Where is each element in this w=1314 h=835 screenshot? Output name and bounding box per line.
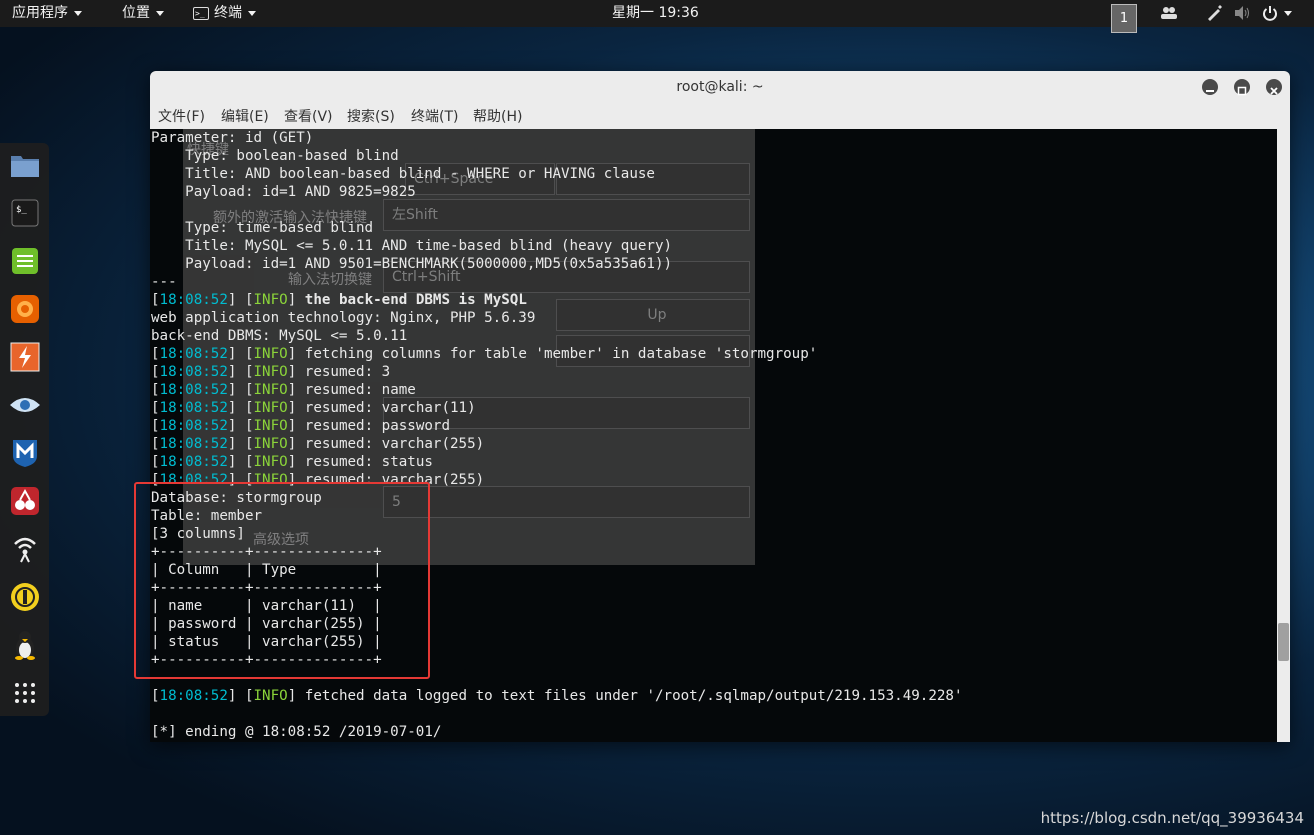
terminal-line: [18:08:52] [INFO] resumed: status bbox=[151, 454, 433, 470]
log-message: resumed: 3 bbox=[304, 364, 391, 380]
log-message: the back-end DBMS is MySQL bbox=[304, 292, 527, 308]
log-message: resumed: varchar(11) bbox=[304, 400, 476, 416]
log-level: INFO bbox=[253, 400, 288, 416]
log-message: fetching columns for table 'member' in d… bbox=[304, 346, 818, 362]
terminal-line: Type: boolean-based blind bbox=[151, 148, 399, 164]
terminal-app-label: 终端 bbox=[214, 5, 242, 21]
log-level: INFO bbox=[253, 346, 288, 362]
menu-search[interactable]: 搜索(S) bbox=[347, 106, 395, 126]
watermark: https://blog.csdn.net/qq_39936434 bbox=[1040, 809, 1304, 827]
cherrytree-icon[interactable] bbox=[9, 485, 41, 517]
terminal-line: [18:08:52] [INFO] resumed: name bbox=[151, 382, 416, 398]
ghost-field: 左Shift bbox=[383, 199, 750, 231]
svg-text:$_: $_ bbox=[16, 205, 27, 215]
applications-label: 应用程序 bbox=[12, 5, 68, 21]
workspace-indicator[interactable]: 1 bbox=[1111, 4, 1137, 33]
log-message: resumed: varchar(255) bbox=[304, 436, 485, 452]
log-timestamp: 18:08:52 bbox=[159, 292, 228, 308]
chevron-down-icon bbox=[74, 10, 82, 16]
scrollbar-thumb[interactable] bbox=[1278, 623, 1289, 661]
log-timestamp: 18:08:52 bbox=[159, 346, 228, 362]
log-timestamp: 18:08:52 bbox=[159, 364, 228, 380]
terminal-icon[interactable]: $_ bbox=[9, 197, 41, 229]
terminal-line: Title: MySQL <= 5.0.11 AND time-based bl… bbox=[151, 238, 673, 254]
people-icon[interactable] bbox=[1160, 0, 1178, 27]
log-level: INFO bbox=[253, 418, 288, 434]
log-timestamp: 18:08:52 bbox=[159, 418, 228, 434]
chevron-down-icon bbox=[156, 10, 164, 16]
log-level: INFO bbox=[253, 454, 288, 470]
terminal-line: [18:08:52] [INFO] the back-end DBMS is M… bbox=[151, 292, 527, 308]
applications-menu[interactable]: 应用程序 bbox=[12, 0, 82, 27]
menu-help[interactable]: 帮助(H) bbox=[473, 106, 522, 126]
menu-edit[interactable]: 编辑(E) bbox=[221, 106, 269, 126]
terminal-line: Type: time-based blind bbox=[151, 220, 374, 236]
eye-icon[interactable] bbox=[9, 389, 41, 421]
scrollbar[interactable] bbox=[1277, 129, 1290, 742]
terminal-line: [*] ending @ 18:08:52 /2019-07-01/ bbox=[151, 724, 442, 740]
ghost-field: 5 bbox=[383, 486, 750, 518]
log-level: INFO bbox=[253, 364, 288, 380]
ghost-field: Up bbox=[556, 299, 750, 331]
log-level: INFO bbox=[253, 688, 288, 704]
log-message: fetched data logged to text files under … bbox=[304, 688, 963, 704]
top-panel: 应用程序 位置 >_ 终端 星期一 19:36 1 bbox=[0, 0, 1314, 33]
files-icon[interactable] bbox=[9, 149, 41, 181]
menu-file[interactable]: 文件(F) bbox=[158, 106, 205, 126]
wifi-tool-icon[interactable] bbox=[9, 533, 41, 565]
pen-icon[interactable] bbox=[1205, 0, 1223, 27]
log-message: resumed: password bbox=[304, 418, 450, 434]
terminal-line: [18:08:52] [INFO] resumed: 3 bbox=[151, 364, 391, 380]
maximize-button[interactable] bbox=[1234, 79, 1250, 96]
window-title: root@kali: ~ bbox=[676, 79, 764, 95]
terminal-line: [18:08:52] [INFO] resumed: password bbox=[151, 418, 450, 434]
menu-terminal[interactable]: 终端(T) bbox=[411, 106, 458, 126]
chevron-down-icon bbox=[1284, 10, 1292, 16]
minimize-button[interactable] bbox=[1202, 79, 1218, 95]
highlight-box bbox=[134, 482, 430, 679]
tux-icon[interactable] bbox=[9, 629, 41, 661]
chevron-down-icon bbox=[248, 10, 256, 16]
firefox-icon[interactable] bbox=[9, 293, 41, 325]
terminal-icon: >_ bbox=[193, 6, 209, 20]
log-timestamp: 18:08:52 bbox=[159, 688, 228, 704]
menu-bar: 文件(F) 编辑(E) 查看(V) 搜索(S) 终端(T) 帮助(H) bbox=[150, 103, 1290, 129]
power-icon bbox=[1263, 6, 1277, 21]
terminal-line: Parameter: id (GET) bbox=[151, 130, 314, 146]
log-level: INFO bbox=[253, 436, 288, 452]
dock: $_ bbox=[0, 143, 49, 716]
burpsuite-icon[interactable] bbox=[9, 341, 41, 373]
log-timestamp: 18:08:52 bbox=[159, 382, 228, 398]
app-grid-icon[interactable] bbox=[9, 677, 41, 709]
terminal-line: back-end DBMS: MySQL <= 5.0.11 bbox=[151, 328, 408, 344]
terminal-line: [18:08:52] [INFO] fetched data logged to… bbox=[151, 688, 963, 704]
log-timestamp: 18:08:52 bbox=[159, 436, 228, 452]
terminal-line: Payload: id=1 AND 9825=9825 bbox=[151, 184, 416, 200]
terminal-line: Title: AND boolean-based blind - WHERE o… bbox=[151, 166, 655, 182]
terminal-line: [18:08:52] [INFO] resumed: varchar(255) bbox=[151, 436, 485, 452]
metasploit-icon[interactable] bbox=[9, 437, 41, 469]
terminal-line: Payload: id=1 AND 9501=BENCHMARK(5000000… bbox=[151, 256, 673, 272]
log-timestamp: 18:08:52 bbox=[159, 454, 228, 470]
faraday-icon[interactable] bbox=[9, 581, 41, 613]
terminal-line: web application technology: Nginx, PHP 5… bbox=[151, 310, 536, 326]
log-message: resumed: name bbox=[304, 382, 416, 398]
log-timestamp: 18:08:52 bbox=[159, 400, 228, 416]
log-message: resumed: status bbox=[304, 454, 433, 470]
title-bar[interactable]: root@kali: ~ bbox=[150, 71, 1290, 103]
terminal-line: [18:08:52] [INFO] resumed: varchar(11) bbox=[151, 400, 476, 416]
log-level: INFO bbox=[253, 292, 288, 308]
close-button[interactable] bbox=[1266, 79, 1282, 95]
power-menu[interactable] bbox=[1262, 0, 1292, 27]
volume-icon[interactable] bbox=[1233, 0, 1251, 27]
terminal-line: --- bbox=[151, 274, 177, 290]
log-level: INFO bbox=[253, 382, 288, 398]
clock[interactable]: 星期一 19:36 bbox=[612, 0, 699, 27]
places-menu[interactable]: 位置 bbox=[122, 0, 164, 27]
places-label: 位置 bbox=[122, 5, 150, 21]
menu-view[interactable]: 查看(V) bbox=[284, 106, 333, 126]
notes-icon[interactable] bbox=[9, 245, 41, 277]
terminal-line: [18:08:52] [INFO] fetching columns for t… bbox=[151, 346, 818, 362]
terminal-app-menu[interactable]: >_ 终端 bbox=[193, 0, 256, 27]
